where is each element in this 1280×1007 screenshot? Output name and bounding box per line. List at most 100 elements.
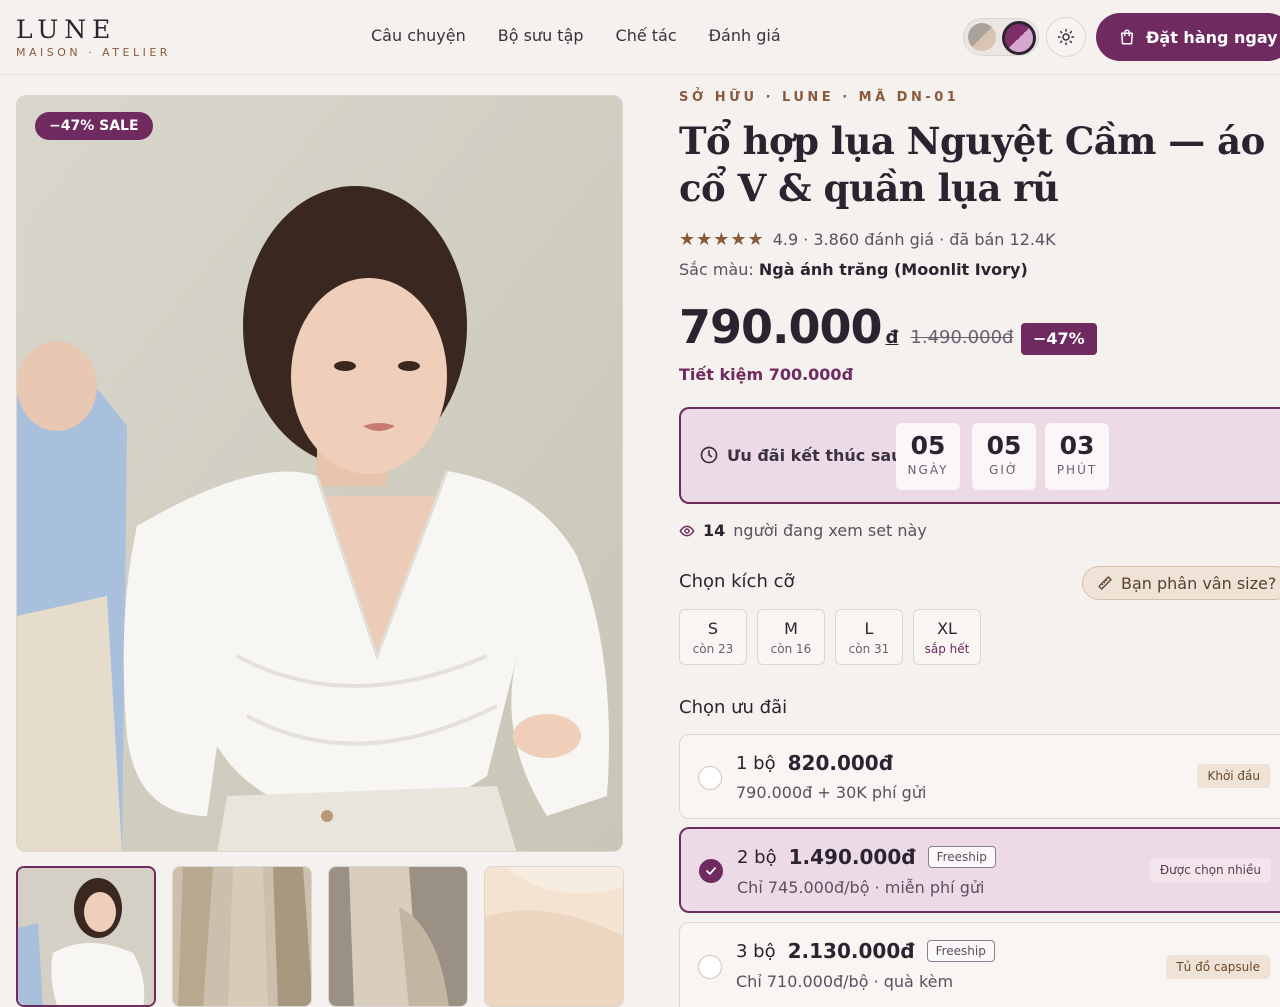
nav-item-craft[interactable]: Chế tác <box>616 26 677 45</box>
thumbnail-strip <box>16 866 624 1007</box>
offer-price: 1.490.000đ <box>788 845 916 869</box>
site-header: LUNE MAISON · ATELIER Câu chuyện Bộ sưu … <box>0 0 1280 75</box>
swatch-plum[interactable] <box>1002 21 1036 55</box>
size-stock: còn 16 <box>770 642 812 656</box>
model-photo <box>17 96 622 851</box>
offer-section-label: Chọn ưu đãi <box>679 697 788 718</box>
size-section-label: Chọn kích cỡ <box>679 571 795 592</box>
thumbnail-4[interactable] <box>484 866 624 1007</box>
size-option-m[interactable]: M còn 16 <box>757 609 825 665</box>
viewers-count: 14 <box>703 521 726 540</box>
rating-stars: ★★★★★ <box>679 229 765 250</box>
offer-subtitle: Chỉ 745.000đ/bộ · miễn phí gửi <box>737 878 985 897</box>
thumbnail-image <box>329 867 467 1006</box>
currency-symbol: đ <box>885 327 899 348</box>
color-line: Sắc màu: Ngà ánh trăng (Moonlit Ivory) <box>679 260 1028 279</box>
offer-option-2[interactable]: 2 bộ 1.490.000đ Freeship Chỉ 745.000đ/bộ… <box>679 827 1280 913</box>
thumbnail-1[interactable] <box>16 866 156 1007</box>
countdown-hours-unit: GIỜ <box>989 463 1019 477</box>
savings-text: Tiết kiệm 700.000đ <box>679 365 854 384</box>
color-value: Ngà ánh trăng (Moonlit Ivory) <box>758 260 1028 279</box>
countdown-minutes-value: 03 <box>1059 431 1095 460</box>
countdown-hours-value: 05 <box>986 431 1022 460</box>
size-guide-label: Bạn phân vân size? <box>1121 573 1277 593</box>
theme-toggle-button[interactable] <box>1046 17 1086 57</box>
countdown-panel: Ưu đãi kết thúc sau 05 NGÀY 05 GIỜ 03 PH… <box>679 407 1280 504</box>
current-price: 790.000 <box>679 300 883 354</box>
countdown-minutes-unit: PHÚT <box>1056 463 1098 477</box>
countdown-minutes: 03 PHÚT <box>1045 423 1109 490</box>
size-guide-button[interactable]: Bạn phân vân size? <box>1082 566 1280 600</box>
swatch-neutral[interactable] <box>968 23 996 51</box>
size-stock: còn 31 <box>848 642 890 656</box>
offer-price: 820.000đ <box>787 751 894 775</box>
offer-title: 1 bộ 820.000đ <box>736 751 893 775</box>
size-name: L <box>864 619 874 638</box>
offer-option-3[interactable]: 3 bộ 2.130.000đ Freeship Chỉ 710.000đ/bộ… <box>679 922 1280 1007</box>
countdown-days-value: 05 <box>910 431 946 460</box>
offer-title: 2 bộ 1.490.000đ Freeship <box>737 845 996 869</box>
countdown-hours: 05 GIỜ <box>972 423 1036 490</box>
sale-badge: −47% SALE <box>35 112 153 140</box>
product-title: Tổ hợp lụa Nguyệt Cầm — áo cổ V & quần l… <box>679 119 1265 210</box>
brand-logo[interactable]: LUNE MAISON · ATELIER <box>16 15 171 60</box>
offer-radio[interactable] <box>699 859 723 883</box>
viewers-indicator: 14 người đang xem set này <box>679 521 927 540</box>
countdown-label-group: Ưu đãi kết thúc sau <box>699 445 903 465</box>
price-row: 790.000 đ 1.490.000đ <box>679 300 1013 354</box>
brand-tagline: MAISON · ATELIER <box>16 46 171 59</box>
offer-subtitle: 790.000đ + 30K phí gửi <box>736 783 927 802</box>
size-option-l[interactable]: L còn 31 <box>835 609 903 665</box>
eye-icon <box>679 525 695 536</box>
rating-text: 4.9 · 3.860 đánh giá · đã bán 12.4K <box>772 230 1056 249</box>
size-stock: còn 23 <box>692 642 734 656</box>
offer-option-1[interactable]: 1 bộ 820.000đ 790.000đ + 30K phí gửi Khở… <box>679 734 1280 819</box>
product-eyebrow: SỞ HỮU · LUNE · MÃ DN-01 <box>679 90 960 105</box>
size-name: S <box>707 619 719 638</box>
shopping-bag-icon <box>1121 29 1133 45</box>
color-label: Sắc màu: <box>679 260 754 279</box>
size-name: XL <box>937 619 957 638</box>
thumbnail-3[interactable] <box>328 866 468 1007</box>
countdown-label: Ưu đãi kết thúc sau <box>727 445 903 465</box>
countdown-days: 05 NGÀY <box>896 423 960 490</box>
offer-qty: 3 bộ <box>736 940 776 962</box>
freeship-tag: Freeship <box>927 846 996 868</box>
order-now-label: Đặt hàng ngay <box>1146 27 1278 47</box>
main-nav: Câu chuyện Bộ sưu tập Chế tác Đánh giá <box>371 26 781 45</box>
product-rating[interactable]: ★★★★★ 4.9 · 3.860 đánh giá · đã bán 12.4… <box>679 229 1056 250</box>
thumbnail-image <box>485 867 623 1006</box>
offer-radio[interactable] <box>698 766 722 790</box>
product-main-image[interactable] <box>16 95 623 852</box>
offer-badge: Khởi đầu <box>1197 764 1270 788</box>
offer-title: 3 bộ 2.130.000đ Freeship <box>736 939 995 963</box>
size-stock: sắp hết <box>924 642 970 656</box>
brand-name: LUNE <box>16 15 117 44</box>
nav-item-story[interactable]: Câu chuyện <box>371 26 466 45</box>
offer-subtitle: Chỉ 710.000đ/bộ · quà kèm <box>736 972 954 991</box>
discount-badge: −47% <box>1021 323 1097 355</box>
viewers-text: người đang xem set này <box>733 521 927 540</box>
countdown-days-unit: NGÀY <box>907 463 949 477</box>
check-icon <box>706 867 716 875</box>
color-swatch-switcher <box>963 18 1039 56</box>
offer-badge: Tủ đồ capsule <box>1166 955 1270 979</box>
size-options: S còn 23 M còn 16 L còn 31 XL sắp hết <box>679 609 981 665</box>
clock-icon <box>700 446 718 464</box>
old-price: 1.490.000đ <box>910 327 1014 348</box>
nav-item-reviews[interactable]: Đánh giá <box>709 26 781 45</box>
offer-qty: 1 bộ <box>736 752 776 774</box>
order-now-button[interactable]: Đặt hàng ngay <box>1096 13 1280 61</box>
thumbnail-image <box>173 867 311 1006</box>
thumbnail-2[interactable] <box>172 866 312 1007</box>
offer-qty: 2 bộ <box>737 846 777 868</box>
nav-item-collection[interactable]: Bộ sưu tập <box>498 26 584 45</box>
size-name: M <box>784 619 798 638</box>
offer-radio[interactable] <box>698 955 722 979</box>
ruler-icon <box>1098 576 1112 590</box>
offer-price: 2.130.000đ <box>787 939 915 963</box>
offer-badge: Được chọn nhiều <box>1149 858 1271 882</box>
size-option-s[interactable]: S còn 23 <box>679 609 747 665</box>
size-option-xl[interactable]: XL sắp hết <box>913 609 981 665</box>
thumbnail-image <box>18 868 154 1005</box>
